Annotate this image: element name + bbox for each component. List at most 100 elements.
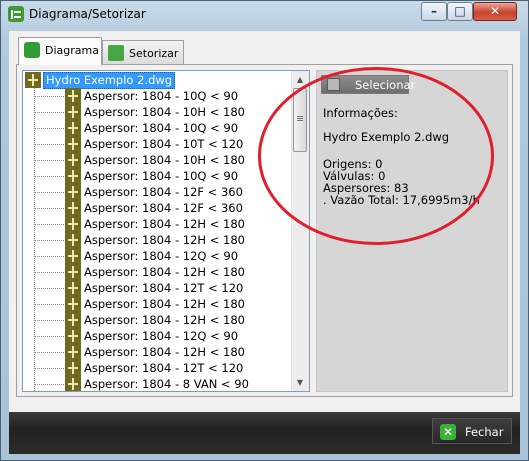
sprinkler-icon [65, 296, 81, 312]
tree-item[interactable]: Aspersor: 1804 - 12H < 180 [23, 264, 283, 280]
tree-item[interactable]: Aspersor: 1804 - 12Q < 90 [23, 328, 283, 344]
tree-item[interactable]: Aspersor: 1804 - 12H < 180 [23, 232, 283, 248]
sprinkler-icon [65, 312, 81, 328]
scroll-thumb[interactable] [293, 88, 307, 152]
diagram-tab-panel: Hydro Exemplo 2.dwg Aspersor: 1804 - 10Q… [16, 64, 513, 397]
tree-branch-line [34, 272, 64, 273]
tree-item[interactable]: Aspersor: 1804 - 10H < 180 [23, 104, 283, 120]
tree-item-label: Aspersor: 1804 - 12H < 180 [84, 313, 245, 327]
client-area: Diagrama Setorizar Hydro Exemplo 2.dwg A… [9, 31, 520, 454]
tree-branch-line [34, 224, 64, 225]
sprinkler-icon [65, 216, 81, 232]
window-title: Diagrama/Setorizar [29, 7, 146, 21]
minimize-button[interactable]: – [421, 2, 447, 21]
sprinkler-icon [65, 136, 81, 152]
fechar-label: Fechar [465, 425, 504, 439]
tree-item-label: Aspersor: 1804 - 10Q < 90 [84, 121, 239, 135]
tree-item[interactable]: Aspersor: 1804 - 12Q < 90 [23, 248, 283, 264]
fechar-button[interactable]: ✕ Fechar [432, 418, 512, 444]
tree-item-label: Aspersor: 1804 - 12H < 180 [84, 345, 245, 359]
tree-item-label: Aspersor: 1804 - 12H < 180 [84, 217, 245, 231]
tree-item-label: Aspersor: 1804 - 12F < 360 [84, 185, 243, 199]
app-window: Diagrama/Setorizar – □ ✕ Diagrama Setori… [0, 0, 529, 461]
tree-item-label: Aspersor: 1804 - 12Q < 90 [84, 249, 239, 263]
sprinkler-icon [65, 88, 81, 104]
tree-item-label: Aspersor: 1804 - 10Q < 90 [84, 89, 239, 103]
tree-item[interactable]: Aspersor: 1804 - 12F < 360 [23, 200, 283, 216]
footer-bar: ✕ Fechar [9, 412, 520, 454]
tree-item[interactable]: Aspersor: 1804 - 12H < 180 [23, 344, 283, 360]
tree-item[interactable]: Aspersor: 1804 - 12T < 120 [23, 280, 283, 296]
close-window-button[interactable]: ✕ [473, 2, 517, 21]
tree-item-label: Aspersor: 1804 - 10H < 180 [84, 153, 245, 167]
info-panel: Selecionar Informações: Hydro Exemplo 2.… [316, 70, 508, 392]
diagram-icon [24, 42, 40, 58]
info-title: Informações: [323, 106, 398, 120]
info-vazao-total: . Vazão Total: 17,6995m3/h [323, 193, 480, 207]
tree-item[interactable]: Aspersor: 1804 - 10Q < 90 [23, 120, 283, 136]
scroll-down-arrow-icon[interactable]: ▼ [292, 374, 308, 391]
tree-branch-line [34, 160, 64, 161]
tree-item-label: Aspersor: 1804 - 10T < 120 [84, 137, 244, 151]
sprinkler-icon [65, 200, 81, 216]
tree-branch-line [34, 208, 64, 209]
tree-item[interactable]: Aspersor: 1804 - 12H < 180 [23, 296, 283, 312]
sprinkler-icon [65, 264, 81, 280]
tree-branch-line [34, 176, 64, 177]
tree-item[interactable]: Aspersor: 1804 - 12T < 120 [23, 360, 283, 376]
sectorize-icon [108, 45, 124, 61]
tree-branch-line [34, 368, 64, 369]
close-icon: ✕ [489, 4, 501, 18]
tree-item-label: Aspersor: 1804 - 12Q < 90 [84, 329, 239, 343]
sprinkler-icon [65, 360, 81, 376]
sprinkler-icon [65, 152, 81, 168]
tree-item-label: Aspersor: 1804 - 12F < 360 [84, 201, 243, 215]
scroll-up-arrow-icon[interactable]: ▲ [292, 71, 308, 88]
sprinkler-icon [65, 104, 81, 120]
sprinkler-icon [65, 120, 81, 136]
tree-item-label: Aspersor: 1804 - 10Q < 90 [84, 169, 239, 183]
tree-item-label: Aspersor: 1804 - 10H < 180 [84, 105, 245, 119]
tree-branch-line [34, 128, 64, 129]
maximize-button[interactable]: □ [447, 2, 473, 21]
close-icon: ✕ [440, 424, 456, 440]
tree-item-label: Aspersor: 1804 - 12H < 180 [84, 265, 245, 279]
sprinkler-icon [65, 232, 81, 248]
tree-branch-line [34, 240, 64, 241]
tree-branch-line [34, 352, 64, 353]
tree-scrollbar[interactable]: ▲ ▼ [291, 71, 309, 391]
tree-item[interactable]: Aspersor: 1804 - 10Q < 90 [23, 168, 283, 184]
tree-item-label: Aspersor: 1804 - 12H < 180 [84, 233, 245, 247]
title-bar: Diagrama/Setorizar – □ ✕ [1, 1, 528, 27]
tab-setorizar[interactable]: Setorizar [102, 40, 184, 64]
tree-item[interactable]: Aspersor: 1804 - 10Q < 90 [23, 88, 283, 104]
sprinkler-icon [65, 344, 81, 360]
tree-item[interactable]: Aspersor: 1804 - 10H < 180 [23, 152, 283, 168]
sprinkler-icon [65, 168, 81, 184]
tree-item[interactable]: Aspersor: 1804 - 12H < 180 [23, 216, 283, 232]
tree-item-label: Aspersor: 1804 - 12T < 120 [84, 361, 244, 375]
tree-item[interactable]: Aspersor: 1804 - 12F < 360 [23, 184, 283, 200]
tree-root-label: Hydro Exemplo 2.dwg [43, 72, 176, 89]
diagram-tree[interactable]: Hydro Exemplo 2.dwg Aspersor: 1804 - 10Q… [22, 70, 310, 392]
grip-icon [297, 116, 303, 117]
select-icon [327, 78, 340, 91]
tree-item[interactable]: Aspersor: 1804 - 10T < 120 [23, 136, 283, 152]
tab-diagrama[interactable]: Diagrama [18, 37, 102, 65]
tree-item[interactable]: Aspersor: 1804 - 8 VAN < 90 [23, 376, 283, 391]
tree-item[interactable]: Aspersor: 1804 - 12H < 180 [23, 312, 283, 328]
tree-branch-line [34, 336, 64, 337]
sprinkler-icon [65, 328, 81, 344]
maximize-icon: □ [454, 4, 466, 18]
tree-branch-line [34, 256, 64, 257]
tree-branch-line [34, 192, 64, 193]
info-file-name: Hydro Exemplo 2.dwg [323, 130, 450, 144]
minimize-icon: – [431, 4, 437, 18]
tree-branch-line [34, 384, 64, 385]
drawing-file-icon [25, 72, 41, 88]
sprinkler-icon [65, 376, 81, 391]
sprinkler-icon [65, 280, 81, 296]
sprinkler-icon [65, 184, 81, 200]
tree-branch-line [34, 304, 64, 305]
select-button[interactable]: Selecionar [321, 75, 415, 94]
